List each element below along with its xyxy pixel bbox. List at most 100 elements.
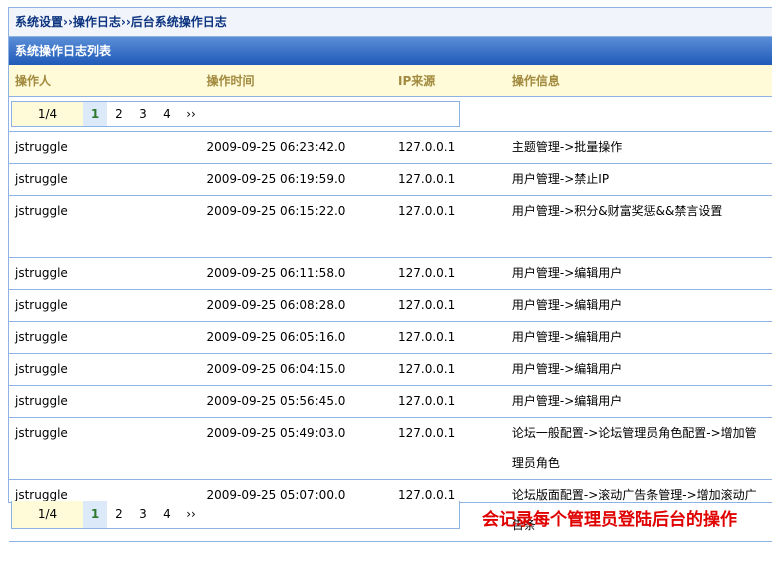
cell-time: 2009-09-25 06:08:28.0	[200, 289, 392, 322]
table-row: jstruggle 2009-09-25 06:23:42.0 127.0.0.1 主…	[9, 131, 772, 164]
cell-info-text: 用户管理->积分&财富奖惩&&禁言设置	[511, 204, 723, 218]
page-link-3[interactable]: 3	[131, 501, 155, 528]
cell-ip-text: 127.0.0.1	[398, 298, 456, 312]
page-link-1[interactable]: 1	[83, 501, 107, 528]
page-link-3[interactable]: 3	[131, 102, 155, 126]
cell-info-text: 用户管理->编辑用户	[511, 394, 623, 408]
cell-info: 用户管理->编辑用户	[505, 385, 772, 418]
cell-time: 2009-09-25 06:19:59.0	[200, 163, 392, 196]
cell-time: 2009-09-25 06:15:22.0	[200, 195, 392, 258]
cell-info-text: 用户管理->编辑用户	[511, 330, 623, 344]
cell-ip-text: 127.0.0.1	[398, 426, 456, 440]
table-row: jstruggle 2009-09-25 06:04:15.0 127.0.0.1 用…	[9, 353, 772, 386]
cell-info-text: 用户管理->编辑用户	[511, 298, 623, 312]
column-header-time: 操作时间	[200, 65, 392, 97]
cell-operator: jstruggle	[9, 385, 201, 418]
page-count: 1/4	[12, 102, 83, 126]
cell-time-text: 2009-09-25 05:49:03.0	[206, 426, 346, 440]
breadcrumb: 系统设置››操作日志››后台系统操作日志	[9, 8, 772, 36]
page-count: 1/4	[12, 501, 83, 528]
cell-operator: jstruggle	[9, 289, 201, 322]
cell-info: 用户管理->禁止IP	[505, 163, 772, 196]
next-page-link[interactable]: ››	[179, 102, 203, 126]
cell-ip-text: 127.0.0.1	[398, 172, 456, 186]
cell-ip-text: 127.0.0.1	[398, 204, 456, 218]
annotation-note: 会记录每个管理员登陆后台的操作	[482, 510, 737, 530]
cell-info: 用户管理->积分&财富奖惩&&禁言设置	[505, 195, 772, 258]
cell-operator-text: jstruggle	[15, 298, 68, 312]
panel-title: 系统操作日志列表	[9, 36, 772, 65]
cell-operator-text: jstruggle	[15, 204, 68, 218]
cell-operator: jstruggle	[9, 131, 201, 164]
cell-operator: jstruggle	[9, 163, 201, 196]
cell-info-text: 用户管理->编辑用户	[511, 362, 623, 376]
cell-ip: 127.0.0.1	[392, 163, 506, 196]
table-row: jstruggle 2009-09-25 06:08:28.0 127.0.0.1 用…	[9, 289, 772, 322]
table-row: jstruggle 2009-09-25 06:05:16.0 127.0.0.1 用…	[9, 321, 772, 354]
cell-ip: 127.0.0.1	[392, 289, 506, 322]
pager-row-top: 1/4 1 2 3 4 ››	[9, 96, 772, 132]
cell-operator-text: jstruggle	[15, 426, 68, 440]
cell-ip-text: 127.0.0.1	[398, 330, 456, 344]
cell-operator-text: jstruggle	[15, 362, 68, 376]
cell-ip: 127.0.0.1	[392, 257, 506, 290]
cell-operator-text: jstruggle	[15, 172, 68, 186]
page-link-1[interactable]: 1	[83, 102, 107, 126]
cell-ip-text: 127.0.0.1	[398, 362, 456, 376]
cell-info-text: 用户管理->编辑用户	[511, 266, 623, 280]
cell-time-text: 2009-09-25 06:08:28.0	[206, 298, 346, 312]
cell-ip: 127.0.0.1	[392, 417, 506, 480]
cell-ip-text: 127.0.0.1	[398, 140, 456, 154]
page-link-4[interactable]: 4	[155, 102, 179, 126]
cell-time-text: 2009-09-25 06:23:42.0	[206, 140, 346, 154]
cell-info-text: 主题管理->批量操作	[511, 140, 623, 154]
cell-ip: 127.0.0.1	[392, 131, 506, 164]
pager-top: 1/4 1 2 3 4 ››	[11, 101, 460, 127]
log-table: 操作人 操作时间 IP来源 操作信息 1/4 1 2 3 4 ›› jstrug…	[9, 65, 772, 542]
cell-operator: jstruggle	[9, 353, 201, 386]
cell-ip-text: 127.0.0.1	[398, 394, 456, 408]
column-header-operator: 操作人	[9, 65, 201, 97]
cell-time-text: 2009-09-25 05:56:45.0	[206, 394, 346, 408]
table-row: jstruggle 2009-09-25 06:19:59.0 127.0.0.1 用…	[9, 163, 772, 196]
cell-info: 主题管理->批量操作	[505, 131, 772, 164]
table-row: jstruggle 2009-09-25 05:49:03.0 127.0.0.1 论…	[9, 417, 772, 480]
cell-ip-text: 127.0.0.1	[398, 266, 456, 280]
page-link-4[interactable]: 4	[155, 501, 179, 528]
cell-info: 用户管理->编辑用户	[505, 257, 772, 290]
cell-time-text: 2009-09-25 06:04:15.0	[206, 362, 346, 376]
cell-time-text: 2009-09-25 06:11:58.0	[206, 266, 346, 280]
cell-time-text: 2009-09-25 06:19:59.0	[206, 172, 346, 186]
cell-time: 2009-09-25 06:04:15.0	[200, 353, 392, 386]
cell-ip: 127.0.0.1	[392, 385, 506, 418]
cell-ip: 127.0.0.1	[392, 195, 506, 258]
cell-info-text: 用户管理->禁止IP	[511, 172, 610, 186]
cell-info-text: 论坛一般配置->论坛管理员角色配置->增加管理员角色	[511, 426, 757, 470]
cell-time-text: 2009-09-25 06:15:22.0	[206, 204, 346, 218]
cell-info: 用户管理->编辑用户	[505, 321, 772, 354]
cell-operator-text: jstruggle	[15, 266, 68, 280]
cell-operator: jstruggle	[9, 321, 201, 354]
cell-ip: 127.0.0.1	[392, 321, 506, 354]
page-link-2[interactable]: 2	[107, 501, 131, 528]
cell-time: 2009-09-25 06:23:42.0	[200, 131, 392, 164]
cell-operator: jstruggle	[9, 195, 201, 258]
cell-operator: jstruggle	[9, 257, 201, 290]
column-header-ip: IP来源	[392, 65, 506, 97]
cell-operator-text: jstruggle	[15, 330, 68, 344]
cell-operator-text: jstruggle	[15, 140, 68, 154]
column-header-info: 操作信息	[505, 65, 772, 97]
table-row: jstruggle 2009-09-25 06:15:22.0 127.0.0.1 用…	[9, 195, 772, 258]
cell-time-text: 2009-09-25 06:05:16.0	[206, 330, 346, 344]
cell-info: 用户管理->编辑用户	[505, 289, 772, 322]
cell-operator: jstruggle	[9, 417, 201, 480]
cell-info: 论坛一般配置->论坛管理员角色配置->增加管理员角色	[505, 417, 772, 480]
page-link-2[interactable]: 2	[107, 102, 131, 126]
cell-time: 2009-09-25 05:49:03.0	[200, 417, 392, 480]
pager-bottom: 1/4 1 2 3 4 ››	[11, 501, 460, 529]
cell-operator-text: jstruggle	[15, 394, 68, 408]
cell-time: 2009-09-25 06:05:16.0	[200, 321, 392, 354]
cell-ip: 127.0.0.1	[392, 353, 506, 386]
log-panel: 系统设置››操作日志››后台系统操作日志 系统操作日志列表 操作人 操作时间 I…	[8, 7, 772, 542]
next-page-link[interactable]: ››	[179, 501, 203, 528]
